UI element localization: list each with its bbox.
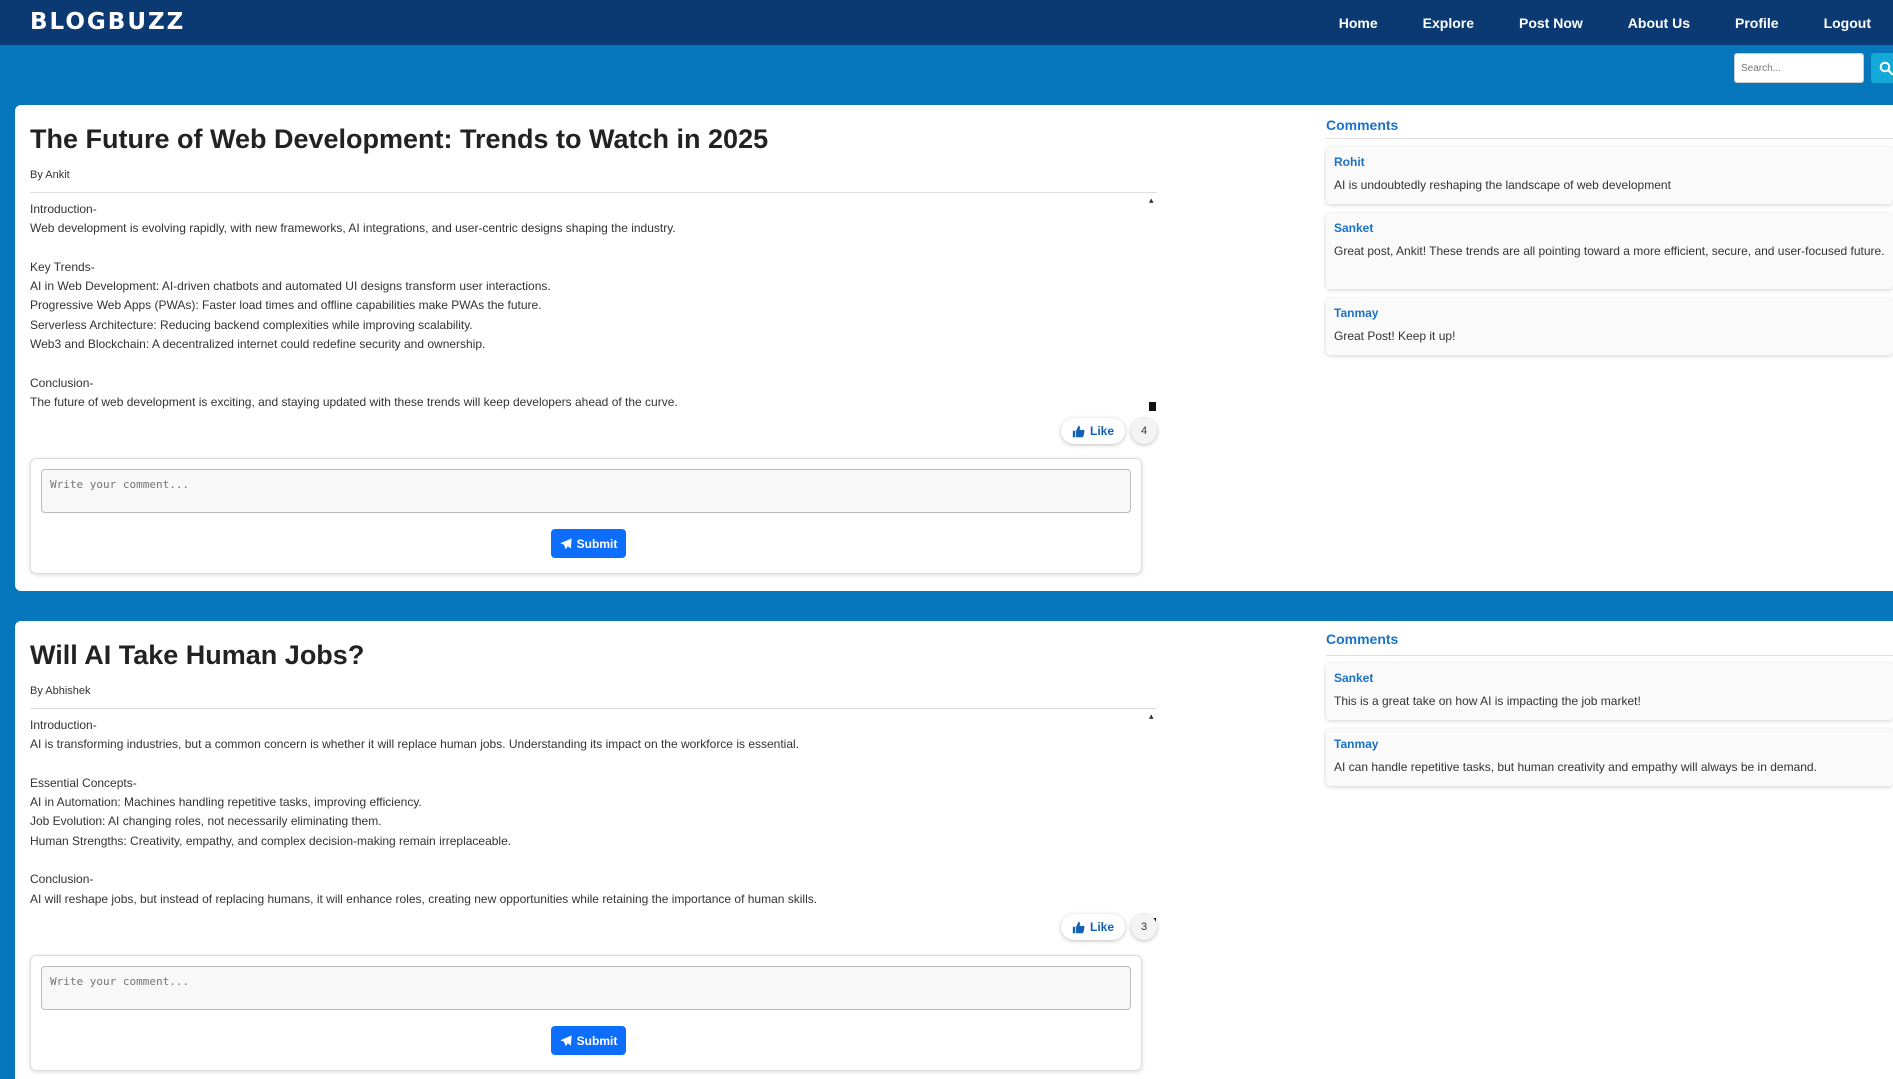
comments-divider — [1326, 138, 1893, 139]
comment-card: Sanket This is a great take on how AI is… — [1326, 663, 1893, 720]
post-card: Will AI Take Human Jobs? By Abhishek Int… — [15, 621, 1893, 1079]
comment-text: AI is undoubtedly reshaping the landscap… — [1334, 178, 1671, 192]
thumbs-up-icon — [1072, 921, 1085, 933]
nav-about-us[interactable]: About Us — [1628, 15, 1690, 31]
comments-heading: Comments — [1326, 117, 1399, 133]
post-author: By Ankit — [30, 169, 70, 181]
submit-label: Submit — [576, 1033, 618, 1048]
submit-label: Submit — [576, 536, 618, 551]
comments-heading: Comments — [1326, 631, 1399, 647]
scroll-up-icon[interactable]: ▴ — [1149, 712, 1154, 721]
comment-card: Rohit AI is undoubtedly reshaping the la… — [1326, 147, 1893, 204]
submit-button[interactable]: Submit — [551, 529, 626, 558]
brand-logo[interactable]: BLOGBUZZ — [30, 9, 185, 35]
scroll-up-icon[interactable]: ▴ — [1149, 196, 1154, 205]
nav-home[interactable]: Home — [1339, 15, 1378, 31]
search-icon — [1879, 61, 1893, 75]
nav-logout[interactable]: Logout — [1824, 15, 1871, 31]
nav-explore[interactable]: Explore — [1423, 15, 1474, 31]
like-label: Like — [1089, 424, 1114, 438]
comment-text: This is a great take on how AI is impact… — [1334, 694, 1641, 708]
search-button[interactable] — [1871, 53, 1893, 83]
scroll-down-icon[interactable] — [1149, 402, 1156, 411]
comment-input[interactable] — [41, 469, 1131, 513]
comment-card: Tanmay Great Post! Keep it up! — [1326, 298, 1893, 355]
nav-post-now[interactable]: Post Now — [1519, 15, 1583, 31]
top-navbar: BLOGBUZZ Home Explore Post Now About Us … — [0, 0, 1893, 45]
post-body-scrollbar[interactable]: ▴ — [1148, 712, 1157, 927]
comment-user[interactable]: Rohit — [1334, 155, 1885, 169]
nav-profile[interactable]: Profile — [1735, 15, 1779, 31]
like-button[interactable]: Like — [1061, 914, 1125, 940]
post-author: By Abhishek — [30, 685, 91, 697]
comment-text: AI can handle repetitive tasks, but huma… — [1334, 760, 1817, 774]
comments-divider — [1326, 655, 1893, 656]
comment-card: Tanmay AI can handle repetitive tasks, b… — [1326, 729, 1893, 786]
post-body-scrollbar[interactable]: ▴ — [1148, 196, 1157, 411]
comment-user[interactable]: Sanket — [1334, 671, 1885, 685]
comment-user[interactable]: Tanmay — [1334, 737, 1885, 751]
like-count: 4 — [1131, 418, 1157, 444]
comment-input[interactable] — [41, 966, 1131, 1010]
search-input[interactable] — [1734, 53, 1864, 83]
main-nav: Home Explore Post Now About Us Profile L… — [1294, 0, 1871, 45]
post-body: Introduction- AI is transforming industr… — [30, 718, 818, 906]
like-count: 3 — [1131, 914, 1157, 940]
submit-button[interactable]: Submit — [551, 1026, 626, 1055]
post-title: Will AI Take Human Jobs? — [30, 640, 365, 670]
comment-form: Submit — [30, 955, 1142, 1071]
post-body: Introduction- Web development is evolvin… — [30, 202, 678, 409]
post-title: The Future of Web Development: Trends to… — [30, 124, 769, 154]
send-icon — [560, 537, 572, 549]
comment-text: Great Post! Keep it up! — [1334, 329, 1456, 343]
like-button[interactable]: Like — [1061, 418, 1125, 444]
comment-form: Submit — [30, 458, 1142, 574]
comment-text: Great post, Ankit! These trends are all … — [1334, 244, 1885, 258]
comment-card: Sanket Great post, Ankit! These trends a… — [1326, 213, 1893, 289]
comment-user[interactable]: Sanket — [1334, 221, 1885, 235]
thumbs-up-icon — [1072, 425, 1085, 437]
like-label: Like — [1089, 920, 1114, 934]
post-card: The Future of Web Development: Trends to… — [15, 105, 1893, 591]
post-divider — [30, 192, 1157, 193]
send-icon — [560, 1034, 572, 1046]
comment-user[interactable]: Tanmay — [1334, 306, 1885, 320]
post-divider — [30, 708, 1157, 709]
